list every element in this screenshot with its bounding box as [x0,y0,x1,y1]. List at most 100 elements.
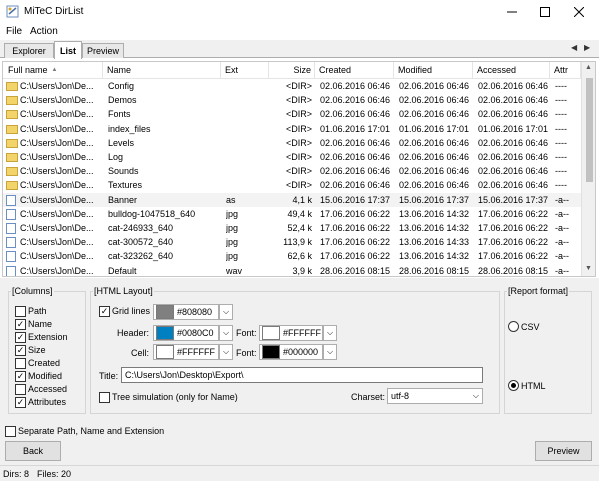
tab-list[interactable]: List [54,41,82,59]
column-header-created[interactable]: Created [315,62,394,78]
cell-modified: 13.06.2016 14:33 [399,237,470,248]
table-row[interactable]: C:\Users\Jon\De... Sounds <DIR> 02.06.2016 … [3,164,581,178]
column-checkbox-label: Size [28,345,46,355]
table-row[interactable]: C:\Users\Jon\De... Default wav 3,9 k 28.06.2… [3,264,581,276]
tab-scroll-right-icon[interactable]: ▶ [584,43,590,52]
status-bar: Dirs: 8 Files: 20 [0,465,599,481]
header-bg-color-picker[interactable]: #0080C0 [153,325,219,341]
close-button[interactable] [562,0,596,24]
scrollbar-thumb[interactable] [586,78,593,182]
cell-name: Log [108,152,124,162]
html-layout-group-title: [HTML Layout] [93,286,154,296]
menu-action[interactable]: Action [30,26,58,37]
header-font-dropdown-icon[interactable]: ⌵ [323,325,337,341]
cell-attr: ---- [555,180,567,191]
header-font-color-picker[interactable]: #FFFFFF [259,325,323,341]
table-row[interactable]: C:\Users\Jon\De... Levels <DIR> 02.06.2016 … [3,136,581,150]
scroll-up-icon[interactable]: ▲ [585,64,592,71]
cell-attr: ---- [555,109,567,120]
cell-font-color-picker[interactable]: #000000 [259,344,323,360]
cell-size: <DIR> [285,152,312,162]
column-header-attr[interactable]: Attr [550,62,581,78]
list-scrollbar[interactable]: ▲ ▼ [581,62,595,276]
file-icon [6,223,16,234]
column-checkbox-accessed[interactable] [15,384,26,395]
column-checkbox-modified[interactable]: ✓ [15,371,26,382]
cell-modified: 28.06.2016 08:15 [399,265,470,276]
cell-accessed: 02.06.2016 06:46 [478,109,549,120]
maximize-button[interactable] [528,0,562,24]
folder-icon [6,181,18,191]
column-checkbox-path[interactable] [15,306,26,317]
table-row[interactable]: C:\Users\Jon\De... Log <DIR> 02.06.2016 06:… [3,150,581,164]
table-row[interactable]: C:\Users\Jon\De... cat-300572_640 jpg 113,9… [3,235,581,249]
folder-icon [6,124,18,134]
csv-radio[interactable] [508,321,519,332]
html-radio[interactable] [508,380,519,391]
table-row[interactable]: C:\Users\Jon\De... Textures <DIR> 02.06.201… [3,178,581,192]
cell-size: 62,6 k [287,251,312,262]
status-files: Files: 20 [37,469,72,479]
tab-preview[interactable]: Preview [82,43,124,58]
cell-font-dropdown-icon[interactable]: ⌵ [323,344,337,360]
header-bg-dropdown-icon[interactable]: ⌵ [219,325,233,341]
column-checkbox-name[interactable]: ✓ [15,319,26,330]
cell-bg-color-picker[interactable]: #FFFFFF [153,344,219,360]
close-icon [574,7,584,17]
report-format-group-title: [Report format] [507,286,570,296]
back-button[interactable]: Back [5,441,61,461]
folder-icon [6,167,18,177]
cell-name: Levels [108,137,135,148]
column-checkbox-attributes[interactable]: ✓ [15,397,26,408]
cell-name: Fonts [108,109,131,120]
cell-full-name: C:\Users\Jon\De... [20,265,94,276]
tab-explorer[interactable]: Explorer [4,43,54,58]
cell-full-name: C:\Users\Jon\De... [20,237,94,248]
table-row[interactable]: C:\Users\Jon\De... bulldog-1047518_640 jpg… [3,207,581,221]
cell-attr: -a-- [555,251,569,262]
column-header-size[interactable]: Size [269,62,315,78]
column-header-modified[interactable]: Modified [394,62,473,78]
minimize-button[interactable] [495,0,529,24]
table-row[interactable]: C:\Users\Jon\De... Demos <DIR> 02.06.2016 0… [3,93,581,107]
table-row[interactable]: C:\Users\Jon\De... cat-246933_640 jpg 52,4 … [3,221,581,235]
grid-lines-checkbox[interactable]: ✓ [99,306,110,317]
column-header-full-name[interactable]: Full name ▲ [3,62,103,78]
separate-checkbox[interactable] [5,426,16,437]
cell-ext: jpg [226,208,239,219]
column-checkbox-created[interactable] [15,358,26,369]
table-row[interactable]: C:\Users\Jon\De... Banner as 4,1 k 15.06.201… [3,192,581,207]
column-header-name[interactable]: Name [103,62,221,78]
cell-ext: jpg [226,237,239,248]
file-icon [6,237,16,249]
cell-bg-dropdown-icon[interactable]: ⌵ [219,344,233,360]
cell-size: 52,4 k [287,223,312,233]
column-checkbox-size[interactable]: ✓ [15,345,26,356]
charset-select[interactable]: utf-8 ⌵ [387,388,483,404]
table-row[interactable]: C:\Users\Jon\De... Fonts <DIR> 02.06.2016 0… [3,107,581,121]
file-list[interactable]: Full name ▲ Name Ext Size Created Modifi… [2,61,596,277]
table-row[interactable]: C:\Users\Jon\De... index_files <DIR> 01.06.… [3,122,581,136]
cell-accessed: 02.06.2016 06:46 [478,95,549,106]
column-header-ext[interactable]: Ext [221,62,269,78]
tab-scroll-left-icon[interactable]: ◀ [571,43,577,52]
table-row[interactable]: C:\Users\Jon\De... Config <DIR> 02.06.2016 … [3,79,581,93]
tree-simulation-checkbox[interactable] [99,392,110,403]
cell-full-name: C:\Users\Jon\De... [20,180,94,191]
grid-color-dropdown-icon[interactable]: ⌵ [219,304,233,320]
cell-created: 17.06.2016 06:22 [320,237,391,248]
cell-accessed: 28.06.2016 08:15 [478,265,549,276]
folder-icon [6,110,18,120]
scroll-down-icon[interactable]: ▼ [585,265,592,272]
grid-color-picker[interactable]: #808080 [153,304,219,320]
table-row[interactable]: C:\Users\Jon\De... cat-323262_640 jpg 62,6 … [3,249,581,263]
title-input[interactable]: C:\Users\Jon\Desktop\Export\ [121,367,483,383]
cell-font-swatch [262,345,280,359]
column-checkbox-extension[interactable]: ✓ [15,332,26,343]
app-icon [6,5,19,18]
preview-button[interactable]: Preview [535,441,592,461]
cell-created: 02.06.2016 06:46 [320,81,391,91]
html-label: HTML [521,381,546,391]
column-header-accessed[interactable]: Accessed [473,62,550,78]
menu-file[interactable]: File [6,26,22,37]
